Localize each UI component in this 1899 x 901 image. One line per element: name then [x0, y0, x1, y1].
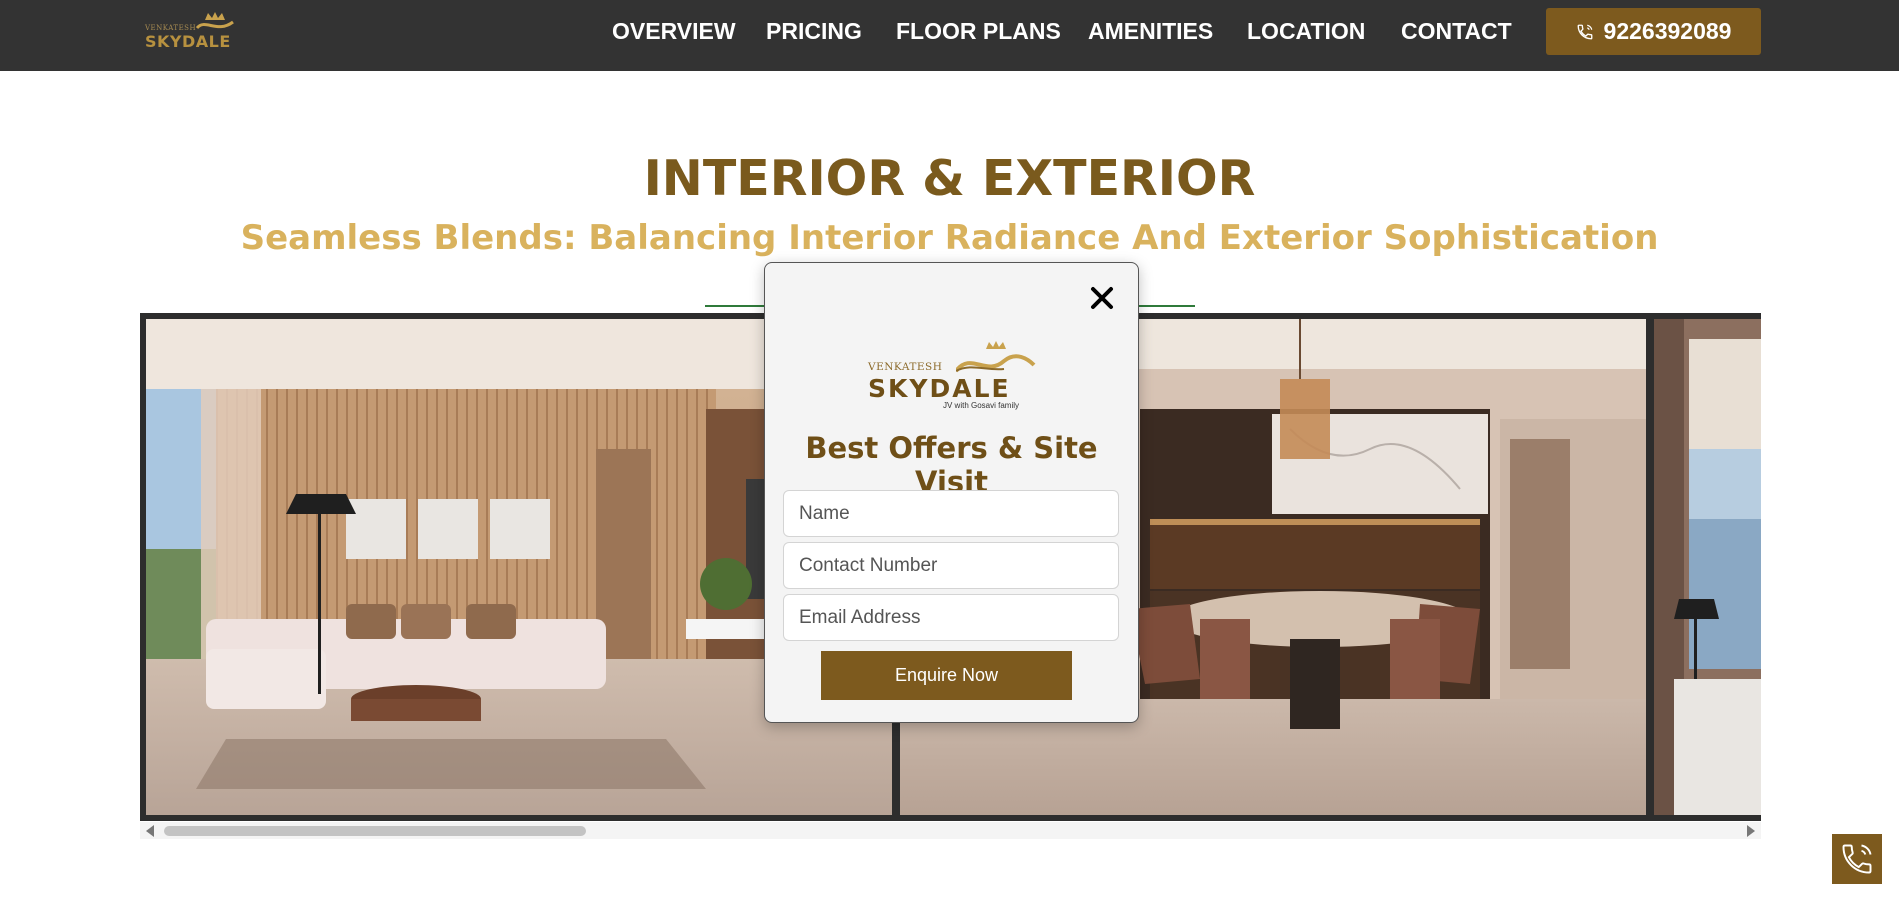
scrollbar-thumb[interactable] — [164, 826, 586, 836]
modal-logo-tagline: JV with Gosavi family — [943, 401, 1020, 410]
phone-icon — [1577, 24, 1592, 39]
gallery-image-bedroom[interactable] — [1654, 319, 1761, 815]
nav-contact[interactable]: CONTACT — [1401, 16, 1512, 46]
scroll-left-arrow-icon[interactable] — [146, 825, 154, 837]
contact-number-input[interactable] — [783, 542, 1119, 589]
bedroom-illustration — [1654, 319, 1761, 815]
floating-call-button[interactable] — [1832, 834, 1882, 884]
phone-icon — [1842, 844, 1872, 874]
section-title: INTERIOR & EXTERIOR — [643, 150, 1256, 207]
modal-logo-big-text: SKYDALE — [868, 374, 1011, 403]
section-subtitle: Seamless Blends: Balancing Interior Radi… — [240, 218, 1659, 258]
call-button-number: 9226392089 — [1603, 18, 1732, 44]
enquire-now-button[interactable]: Enquire Now — [821, 651, 1072, 700]
site-logo[interactable]: VENKATESH SKYDALE — [145, 10, 235, 58]
logo-big-text: SKYDALE — [145, 32, 231, 51]
modal-logo-small-text: VENKATESH — [868, 361, 943, 373]
enquiry-modal: VENKATESH SKYDALE JV with Gosavi family … — [764, 262, 1139, 723]
close-icon[interactable] — [1085, 281, 1119, 315]
nav-location[interactable]: LOCATION — [1247, 16, 1365, 46]
name-input[interactable] — [783, 490, 1119, 537]
call-button[interactable]: 9226392089 — [1546, 8, 1761, 55]
email-input[interactable] — [783, 594, 1119, 641]
logo-small-text: VENKATESH — [145, 24, 197, 32]
divider-left — [705, 305, 765, 307]
nav-pricing[interactable]: PRICING — [766, 16, 862, 46]
nav-amenities[interactable]: AMENITIES — [1088, 16, 1213, 46]
modal-title: Best Offers & Site Visit — [805, 431, 1098, 499]
nav-overview[interactable]: OVERVIEW — [612, 16, 736, 46]
scroll-right-arrow-icon[interactable] — [1747, 825, 1755, 837]
gallery-scrollbar[interactable] — [140, 822, 1761, 839]
nav-floor-plans[interactable]: FLOOR PLANS — [896, 16, 1061, 46]
top-nav-bar: VENKATESH SKYDALE OVERVIEW PRICING FLOOR… — [0, 0, 1899, 71]
modal-logo: VENKATESH SKYDALE JV with Gosavi family — [868, 341, 1038, 413]
divider-right — [1139, 305, 1195, 307]
